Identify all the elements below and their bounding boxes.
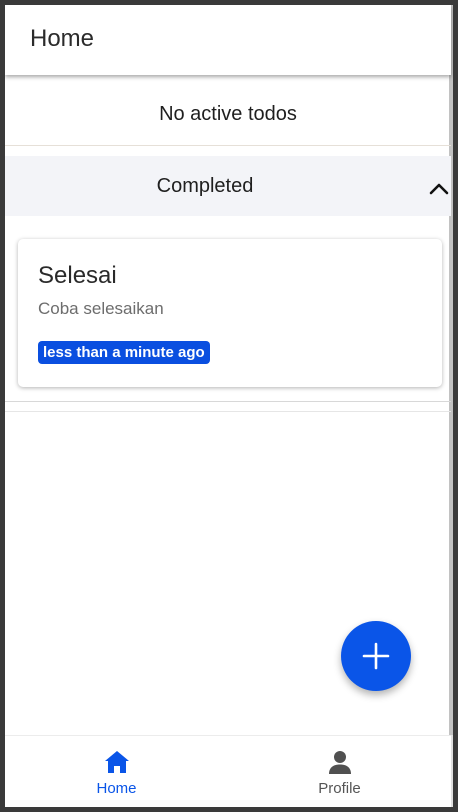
- nav-item-home[interactable]: Home: [5, 736, 228, 807]
- todo-title: Selesai: [38, 262, 117, 289]
- nav-item-label: Profile: [318, 780, 361, 797]
- home-icon: [104, 751, 129, 773]
- divider: [5, 411, 451, 412]
- nav-item-profile[interactable]: Profile: [228, 736, 451, 807]
- bottom-navigation: Home Profile: [5, 735, 451, 807]
- divider: [5, 401, 451, 402]
- completed-section-header[interactable]: Completed: [5, 156, 451, 216]
- app-bar: Home: [5, 5, 451, 75]
- add-todo-button[interactable]: [341, 621, 411, 691]
- app-frame: Home No active todos Completed Selesai C…: [5, 5, 453, 807]
- person-icon: [328, 751, 351, 774]
- completed-section-title: Completed: [156, 175, 254, 197]
- nav-item-label: Home: [96, 780, 137, 797]
- todo-card[interactable]: Selesai Coba selesaikan less than a minu…: [18, 239, 442, 387]
- todo-time-badge: less than a minute ago: [38, 341, 210, 364]
- todo-description: Coba selesaikan: [38, 299, 164, 318]
- active-todos-section: No active todos: [5, 77, 451, 146]
- page-title: Home: [30, 25, 95, 52]
- chevron-up-icon[interactable]: [427, 176, 451, 200]
- plus-icon: [362, 642, 390, 670]
- empty-state-text: No active todos: [159, 103, 297, 125]
